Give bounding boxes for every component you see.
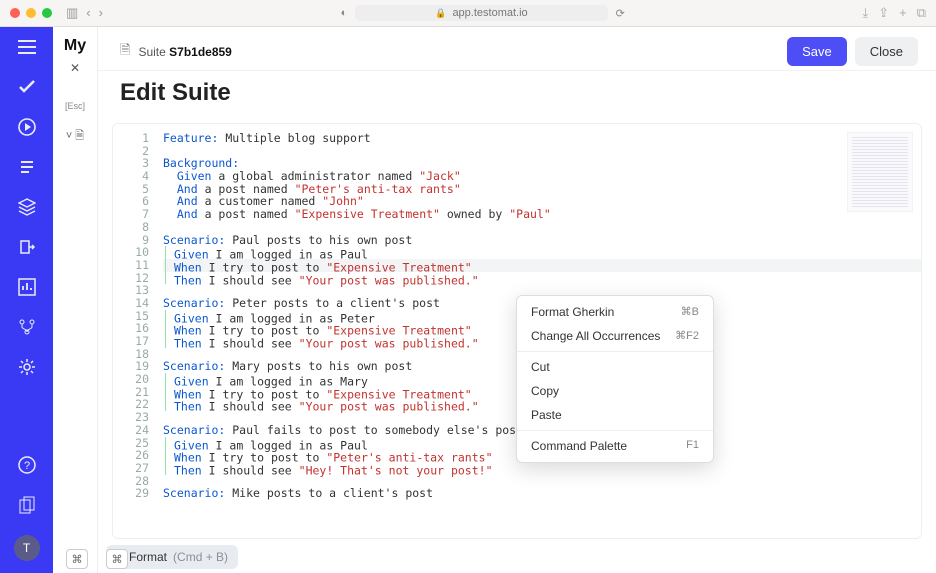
address-text: app.testomat.io [452, 7, 527, 19]
help-icon[interactable]: ? [17, 455, 37, 475]
context-menu-item[interactable]: Change All Occurrences⌘F2 [517, 324, 713, 348]
code-line[interactable]: When I try to post to "Expensive Treatme… [163, 259, 921, 272]
code-line[interactable] [163, 145, 921, 158]
code-line[interactable]: And a post named "Expensive Treatment" o… [163, 208, 921, 221]
menu-icon[interactable] [17, 37, 37, 57]
address-bar[interactable]: 🔒 app.testomat.io [355, 5, 607, 21]
esc-hint: [Esc] [53, 101, 97, 111]
tabs-icon[interactable]: ⧉ [917, 5, 926, 21]
new-tab-icon[interactable]: + [899, 5, 907, 21]
layers-icon[interactable] [17, 197, 37, 217]
avatar[interactable]: T [14, 535, 40, 561]
narrow-column: My ✕ [Esc] ˅ 🗎 [53, 27, 98, 573]
kbd-cmd-icon: ⌘ [66, 549, 88, 569]
brand-truncated: My [53, 37, 97, 55]
kbd-cmd-icon: ⌘ [106, 549, 128, 569]
forward-icon[interactable]: › [99, 5, 103, 21]
copy-icon[interactable] [17, 495, 37, 515]
share-icon[interactable]: ⇪ [878, 5, 889, 21]
lock-icon: 🔒 [435, 8, 446, 19]
tree-toggle[interactable]: ˅ 🗎 [53, 127, 97, 146]
traffic-light-max-icon[interactable] [42, 8, 52, 18]
code-line[interactable]: Scenario: Paul posts to his own post [163, 234, 921, 247]
close-button[interactable]: Close [855, 37, 918, 66]
shield-icon: ◐ [341, 7, 348, 19]
play-circle-icon[interactable] [17, 117, 37, 137]
branch-icon[interactable] [17, 317, 37, 337]
app-sidebar: ? T [0, 27, 53, 573]
context-menu-item[interactable]: Format Gherkin⌘B [517, 300, 713, 324]
traffic-light-min-icon[interactable] [26, 8, 36, 18]
file-icon: 🗎 [120, 41, 130, 63]
close-icon[interactable]: ✕ [53, 61, 97, 75]
minimap[interactable] [847, 132, 913, 212]
kbd-hints: ⌘ ⌘ [66, 549, 128, 569]
check-icon[interactable] [17, 77, 37, 97]
breadcrumb: Suite S7b1de859 [138, 45, 231, 59]
page-title: Edit Suite [98, 71, 936, 119]
reload-icon[interactable]: ⟳ [616, 7, 625, 20]
sidebar-toggle-icon[interactable]: ▥ [66, 5, 78, 21]
code-line[interactable]: Scenario: Mike posts to a client's post [163, 487, 921, 500]
list-icon[interactable] [17, 157, 37, 177]
gear-icon[interactable] [17, 357, 37, 377]
download-icon[interactable]: ⤓ [862, 5, 868, 21]
code-line[interactable]: Then I should see "Your post was publish… [163, 272, 921, 285]
context-menu-item[interactable]: Cut [517, 355, 713, 379]
svg-text:?: ? [23, 460, 29, 472]
import-icon[interactable] [17, 237, 37, 257]
code-line[interactable]: Then I should see "Hey! That's not your … [163, 462, 921, 475]
line-gutter: 1234567891011121314151617181920212223242… [113, 124, 157, 538]
context-menu-item[interactable]: Paste [517, 403, 713, 427]
analytics-icon[interactable] [17, 277, 37, 297]
code-line[interactable]: Given a global administrator named "Jack… [163, 170, 921, 183]
browser-chrome: ▥ ‹ › ◐ 🔒 app.testomat.io ⟳ ⤓ ⇪ + ⧉ [0, 0, 936, 27]
traffic-light-close-icon[interactable] [10, 8, 20, 18]
save-button[interactable]: Save [787, 37, 847, 66]
editor-footer: ≡ Format (Cmd + B) [98, 539, 936, 573]
context-menu-item[interactable]: Copy [517, 379, 713, 403]
back-icon[interactable]: ‹ [86, 5, 90, 21]
code-line[interactable] [163, 221, 921, 234]
suite-header: 🗎 Suite S7b1de859 Save Close [98, 27, 936, 71]
context-menu: Format Gherkin⌘BChange All Occurrences⌘F… [516, 295, 714, 463]
context-menu-item[interactable]: Command PaletteF1 [517, 434, 713, 458]
code-line[interactable]: Given I am logged in as Paul [163, 246, 921, 259]
code-line[interactable]: Feature: Multiple blog support [163, 132, 921, 145]
